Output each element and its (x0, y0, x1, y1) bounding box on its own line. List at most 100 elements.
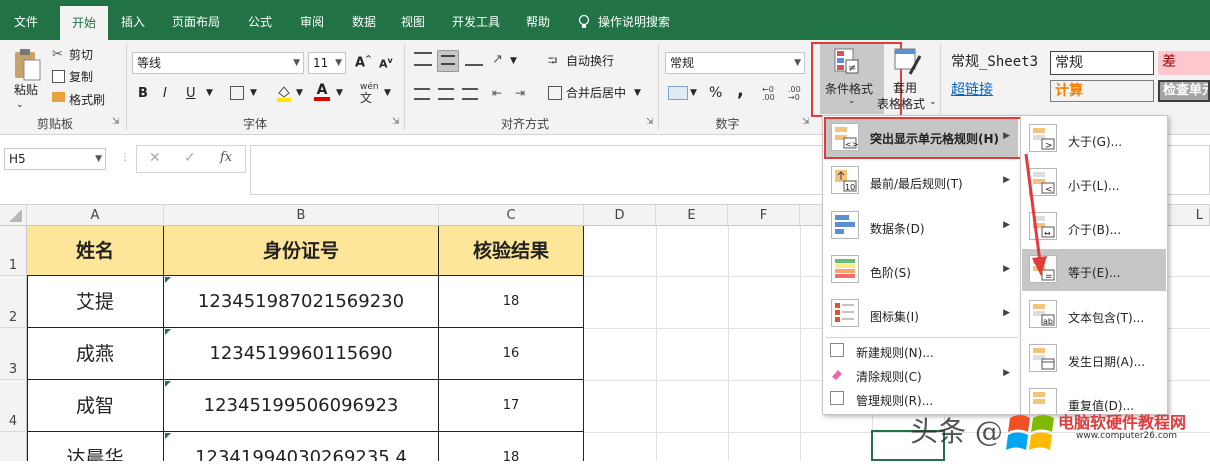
table-header-cell[interactable]: 身份证号 (164, 226, 439, 276)
style-hyperlink[interactable]: 超链接 (947, 80, 1047, 102)
orientation-icon[interactable]: ↗ (492, 52, 503, 67)
middle-align-icon[interactable] (437, 50, 459, 72)
align-right-icon[interactable] (462, 88, 478, 100)
tab-developer[interactable]: 开发工具 (444, 0, 508, 40)
tab-view[interactable]: 视图 (391, 0, 435, 40)
insert-function-button[interactable]: fx (220, 150, 232, 165)
tab-insert[interactable]: 插入 (112, 0, 154, 40)
style-check-cell[interactable]: 检查单元 (1158, 80, 1210, 102)
chevron-down-icon[interactable]: ▼ (510, 56, 517, 66)
merge-center-button[interactable]: 合并后居中 (566, 83, 626, 103)
tab-review[interactable]: 审阅 (290, 0, 334, 40)
format-painter-button[interactable]: 格式刷 (69, 90, 105, 110)
wrap-text-button[interactable]: 自动换行 (566, 51, 614, 71)
table-cell[interactable]: 16 (439, 328, 584, 380)
decrease-decimal-icon[interactable]: .00 →0 (788, 86, 801, 102)
border-icon[interactable] (230, 86, 244, 100)
dialog-launcher-icon[interactable]: ⇲ (112, 117, 120, 127)
bottom-align-icon[interactable] (465, 52, 483, 66)
currency-icon[interactable] (668, 86, 688, 100)
top-align-icon[interactable] (414, 52, 432, 66)
table-cell[interactable]: 17 (439, 380, 584, 432)
table-cell[interactable]: 达晨华 (27, 432, 164, 461)
row-header[interactable] (0, 432, 27, 461)
font-name-select[interactable]: 等线 ▼ (132, 52, 304, 74)
number-format-select[interactable]: 常规 ▼ (665, 52, 805, 74)
style-normal[interactable]: 常规 (1050, 51, 1154, 75)
increase-decimal-icon[interactable]: ←0.00 (762, 86, 775, 102)
font-color-icon[interactable]: A (314, 82, 330, 102)
chevron-down-icon[interactable]: ▼ (296, 88, 303, 98)
column-header[interactable]: B (164, 205, 439, 226)
row-header[interactable]: 1 (0, 226, 27, 276)
italic-button[interactable]: I (163, 86, 167, 101)
row-header[interactable]: 2 (0, 276, 27, 328)
chevron-down-icon[interactable]: ▼ (206, 88, 213, 98)
table-header-cell[interactable]: 核验结果 (439, 226, 584, 276)
grow-font-button[interactable]: A^ (355, 54, 372, 70)
tab-data[interactable]: 数据 (342, 0, 386, 40)
fill-color-icon[interactable] (276, 84, 292, 102)
decrease-indent-icon[interactable]: ⇤ (492, 86, 502, 100)
chevron-down-icon[interactable]: ▼ (634, 88, 641, 98)
chevron-down-icon[interactable]: ▼ (336, 88, 343, 98)
column-header[interactable]: D (584, 205, 656, 226)
select-all-corner[interactable] (0, 205, 27, 226)
style-calculation[interactable]: 计算 (1050, 80, 1154, 102)
table-cell[interactable]: 18 (439, 276, 584, 328)
percent-button[interactable]: % (709, 85, 722, 101)
table-header-cell[interactable]: 姓名 (27, 226, 164, 276)
menu-item-data-bars[interactable]: 数据条(D) ▶ (826, 207, 1018, 247)
font-size-select[interactable]: 11 ▼ (308, 52, 346, 74)
table-cell[interactable]: 成智 (27, 380, 164, 432)
paste-icon[interactable] (12, 48, 42, 82)
row-header[interactable]: 4 (0, 380, 27, 432)
chevron-down-icon[interactable]: ▼ (690, 88, 697, 98)
tab-file[interactable]: 文件 (0, 0, 52, 40)
menu-item-new-rule[interactable]: 新建规则(N)... (826, 340, 1018, 362)
table-cell[interactable]: 成燕 (27, 328, 164, 380)
dialog-launcher-icon[interactable]: ⇲ (392, 117, 400, 127)
tab-page-layout[interactable]: 页面布局 (162, 0, 230, 40)
underline-button[interactable]: U (186, 86, 196, 101)
chevron-down-icon[interactable]: ▼ (250, 88, 257, 98)
column-header[interactable]: A (27, 205, 164, 226)
paste-button[interactable]: 粘贴 (14, 80, 38, 100)
align-center-icon[interactable] (438, 88, 454, 100)
tab-formulas[interactable]: 公式 (238, 0, 282, 40)
menu-item-color-scales[interactable]: 色阶(S) ▶ (826, 251, 1018, 291)
chevron-down-icon[interactable]: ▼ (384, 88, 391, 98)
tab-help[interactable]: 帮助 (516, 0, 560, 40)
paste-dropdown-icon[interactable]: ⌄ (16, 100, 24, 110)
submenu-item-date-occurring[interactable]: 发生日期(A)... (1022, 338, 1166, 380)
name-box[interactable]: H5 ▼ (4, 148, 106, 170)
cut-button[interactable]: 剪切 (69, 45, 93, 65)
bold-button[interactable]: B (138, 86, 148, 101)
comma-button[interactable]: , (737, 80, 744, 101)
table-cell[interactable]: 18 (439, 432, 584, 461)
phonetic-guide-button[interactable]: wén 文 (360, 82, 379, 104)
style-bad[interactable]: 差 (1158, 51, 1210, 75)
style-normal-sheet3[interactable]: 常规_Sheet3 (947, 51, 1047, 75)
column-header[interactable]: E (656, 205, 728, 226)
shrink-font-button[interactable]: Av (379, 56, 393, 71)
dialog-launcher-icon[interactable]: ⇲ (802, 117, 810, 127)
row-header[interactable]: 3 (0, 328, 27, 380)
copy-button[interactable]: 复制 (69, 67, 93, 87)
submenu-item-text-contains[interactable]: ab 文本包含(T)... (1022, 294, 1166, 336)
menu-item-clear-rules[interactable]: 清除规则(C) ▶ (826, 364, 1018, 386)
tell-me-search[interactable]: 操作说明搜索 (598, 0, 688, 40)
table-cell[interactable]: 123451987021569230 (164, 276, 439, 328)
table-cell[interactable]: 12345199506096923 (164, 380, 439, 432)
column-header[interactable]: F (728, 205, 800, 226)
column-header[interactable]: C (439, 205, 584, 226)
increase-indent-icon[interactable]: ⇥ (515, 86, 525, 100)
align-left-icon[interactable] (414, 88, 430, 100)
cancel-icon[interactable]: ✕ (149, 150, 161, 166)
menu-item-manage-rules[interactable]: 管理规则(R)... (826, 388, 1018, 410)
dialog-launcher-icon[interactable]: ⇲ (646, 117, 654, 127)
menu-item-top-bottom-rules[interactable]: 10 最前/最后规则(T) ▶ (826, 162, 1018, 202)
table-cell[interactable]: 1234519960115690 (164, 328, 439, 380)
table-format-button-line2[interactable]: 表格格式 (877, 94, 925, 114)
chevron-down-icon[interactable]: ⌄ (929, 97, 937, 107)
